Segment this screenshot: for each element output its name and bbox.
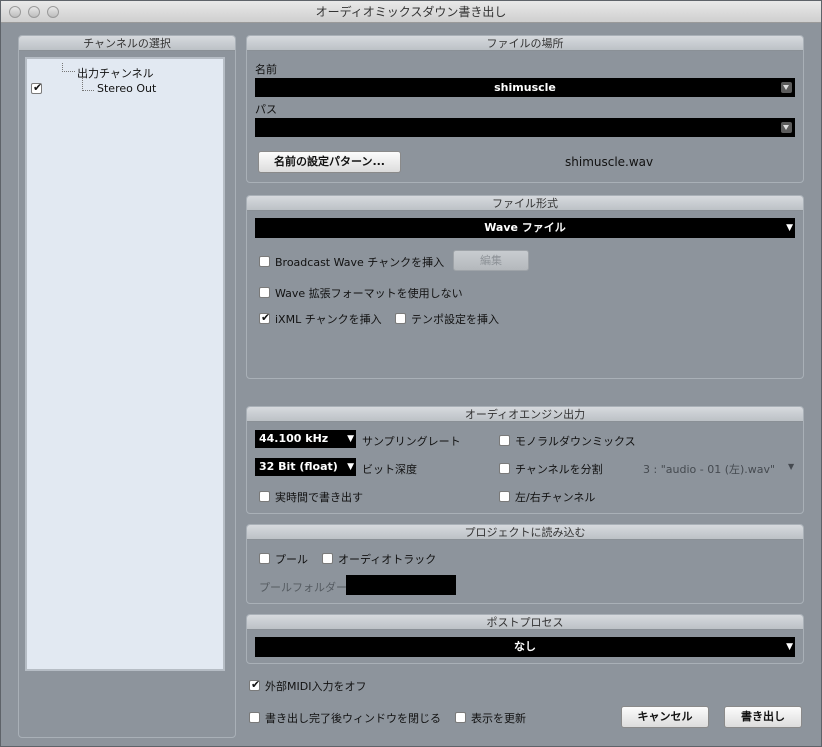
- window-title: オーディオミックスダウン書き出し: [315, 5, 507, 19]
- broadcast-wave-label: Broadcast Wave チャンクを挿入: [275, 256, 445, 269]
- output-filename: shimuscle.wav: [565, 155, 654, 169]
- chevron-down-icon[interactable]: [781, 82, 792, 93]
- split-channels-preview[interactable]: 3 : "audio - 01 (左).wav": [643, 461, 775, 477]
- realtime-export-checkbox[interactable]: [259, 491, 270, 502]
- caret-down-icon[interactable]: ▼: [788, 462, 794, 471]
- name-input[interactable]: shimuscle: [255, 78, 795, 97]
- caret-down-icon: ▼: [786, 642, 793, 652]
- import-project-header: プロジェクトに読み込む: [247, 525, 803, 540]
- cancel-button[interactable]: キャンセル: [621, 706, 709, 728]
- mono-downmix-checkbox[interactable]: [499, 435, 510, 446]
- pool-folder-input[interactable]: [346, 575, 456, 595]
- name-label: 名前: [255, 63, 277, 76]
- external-midi-off-label: 外部MIDI入力をオフ: [265, 680, 367, 693]
- file-format-value: Wave ファイル: [484, 221, 566, 234]
- path-input[interactable]: [255, 118, 795, 137]
- file-format-select[interactable]: Wave ファイル ▼: [255, 218, 795, 238]
- naming-scheme-button[interactable]: 名前の設定パターン...: [258, 151, 401, 173]
- pool-label: プール: [275, 553, 308, 566]
- export-button[interactable]: 書き出し: [724, 706, 802, 728]
- post-process-select[interactable]: なし ▼: [255, 637, 795, 657]
- bit-depth-select[interactable]: 32 Bit (float) ▼: [255, 458, 356, 476]
- audio-engine-header: オーディオエンジン出力: [247, 407, 803, 422]
- chevron-down-icon[interactable]: [781, 122, 792, 133]
- wave-extensible-checkbox[interactable]: [259, 287, 270, 298]
- stereo-out-checkbox[interactable]: [31, 81, 42, 94]
- external-midi-off-checkbox[interactable]: [249, 678, 260, 691]
- bit-depth-label: ビット深度: [362, 463, 417, 476]
- close-after-export-checkbox[interactable]: [249, 712, 260, 723]
- tempo-label: テンポ設定を挿入: [411, 313, 499, 326]
- left-right-channels-checkbox[interactable]: [499, 491, 510, 502]
- pool-folder-label: プールフォルダー: [259, 581, 347, 594]
- close-window-icon[interactable]: [9, 6, 21, 18]
- realtime-export-label: 実時間で書き出す: [275, 491, 363, 504]
- post-process-value: なし: [514, 640, 536, 653]
- tree-connector: [62, 63, 75, 72]
- import-project-panel: プロジェクトに読み込む プール オーディオトラック プールフォルダー: [246, 524, 804, 604]
- sample-rate-value: 44.100 kHz: [259, 432, 329, 445]
- zoom-window-icon[interactable]: [47, 6, 59, 18]
- caret-down-icon: ▼: [347, 434, 354, 444]
- file-location-header: ファイルの場所: [247, 36, 803, 51]
- refresh-display-label: 表示を更新: [471, 712, 526, 725]
- split-channels-label: チャンネルを分割: [515, 463, 603, 476]
- ixml-label: iXML チャンクを挿入: [275, 313, 382, 326]
- left-right-channels-label: 左/右チャンネル: [515, 491, 596, 504]
- tree-connector: [82, 77, 94, 91]
- file-format-header: ファイル形式: [247, 196, 803, 211]
- audio-track-label: オーディオトラック: [338, 553, 437, 566]
- refresh-display-checkbox[interactable]: [455, 712, 466, 723]
- broadcast-wave-checkbox[interactable]: [259, 256, 270, 267]
- name-value: shimuscle: [494, 81, 556, 94]
- tree-item-stereo-out[interactable]: Stereo Out: [97, 82, 156, 95]
- audio-engine-panel: オーディオエンジン出力 44.100 kHz ▼ サンプリングレート 32 Bi…: [246, 406, 804, 514]
- title-bar[interactable]: オーディオミックスダウン書き出し: [1, 1, 821, 23]
- wave-extensible-label: Wave 拡張フォーマットを使用しない: [275, 287, 463, 300]
- ixml-checkbox[interactable]: [259, 311, 270, 324]
- minimize-window-icon[interactable]: [28, 6, 40, 18]
- caret-down-icon: ▼: [786, 223, 793, 233]
- bit-depth-value: 32 Bit (float): [259, 460, 338, 473]
- split-channels-checkbox[interactable]: [499, 463, 510, 474]
- file-location-panel: ファイルの場所 名前 shimuscle パス 名前の設定パターン... shi…: [246, 35, 804, 183]
- sample-rate-select[interactable]: 44.100 kHz ▼: [255, 430, 356, 448]
- pool-checkbox[interactable]: [259, 553, 270, 564]
- channel-tree[interactable]: 出力チャンネル Stereo Out: [25, 57, 225, 671]
- channel-selection-panel: チャンネルの選択 出力チャンネル Stereo Out: [18, 35, 236, 738]
- edit-button[interactable]: 編集: [453, 250, 529, 271]
- path-label: パス: [255, 103, 277, 116]
- audio-track-checkbox[interactable]: [322, 553, 333, 564]
- file-format-panel: ファイル形式 Wave ファイル ▼ Broadcast Wave チャンクを挿…: [246, 195, 804, 379]
- tempo-checkbox[interactable]: [395, 313, 406, 324]
- mono-downmix-label: モノラルダウンミックス: [515, 435, 636, 448]
- post-process-panel: ポストプロセス なし ▼: [246, 614, 804, 664]
- close-after-export-label: 書き出し完了後ウィンドウを閉じる: [265, 712, 441, 725]
- sample-rate-label: サンプリングレート: [362, 435, 461, 448]
- channel-selection-header: チャンネルの選択: [19, 36, 235, 51]
- export-audio-mixdown-window: オーディオミックスダウン書き出し チャンネルの選択 出力チャンネル Stereo…: [0, 0, 822, 747]
- caret-down-icon: ▼: [347, 462, 354, 472]
- post-process-header: ポストプロセス: [247, 615, 803, 630]
